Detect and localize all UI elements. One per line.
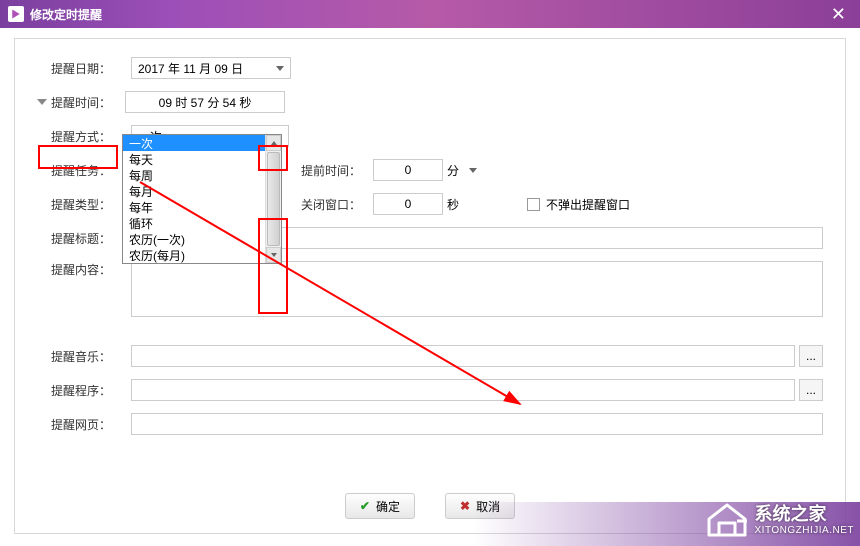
close-value-field[interactable]: 0 (373, 193, 443, 215)
label-type: 提醒类型： (51, 196, 131, 213)
scroll-up-button[interactable] (266, 135, 281, 151)
time-value: 09 时 57 分 54 秒 (159, 94, 252, 111)
scroll-down-button[interactable] (266, 247, 281, 263)
dropdown-option[interactable]: 农历(一次) (123, 231, 281, 247)
web-input[interactable] (131, 413, 823, 435)
label-date: 提醒日期： (51, 60, 131, 77)
x-icon: ✖ (460, 499, 470, 513)
close-unit: 秒 (447, 196, 467, 213)
advance-value: 0 (405, 163, 412, 177)
label-web: 提醒网页： (51, 416, 131, 433)
label-mode: 提醒方式： (51, 128, 131, 145)
content-panel: 提醒日期： 2017 年 11 月 09 日 提醒时间： 09 时 57 分 5… (14, 38, 846, 534)
app-icon (8, 6, 24, 22)
mode-dropdown[interactable]: 一次每天每周每月每年循环农历(一次)农历(每月) (122, 134, 282, 264)
label-program: 提醒程序： (51, 382, 131, 399)
music-input[interactable] (131, 345, 795, 367)
chevron-down-icon[interactable] (272, 60, 288, 76)
nopopup-checkbox[interactable] (527, 198, 540, 211)
music-browse-button[interactable]: ... (799, 345, 823, 367)
dropdown-option[interactable]: 每周 (123, 167, 281, 183)
watermark: 系统之家 XITONGZHIJIA.NET (705, 501, 855, 540)
label-title: 提醒标题： (51, 230, 131, 247)
label-time: 提醒时间： (51, 94, 125, 111)
date-field[interactable]: 2017 年 11 月 09 日 (131, 57, 291, 79)
watermark-cn: 系统之家 (755, 505, 855, 525)
program-input[interactable] (131, 379, 795, 401)
cancel-button[interactable]: ✖ 取消 (445, 493, 515, 519)
dropdown-scrollbar[interactable] (265, 135, 281, 263)
close-icon[interactable]: ✕ (825, 4, 852, 25)
dropdown-option[interactable]: 每天 (123, 151, 281, 167)
content-textarea[interactable] (131, 261, 823, 317)
watermark-logo-icon (705, 501, 749, 540)
collapse-icon[interactable] (37, 99, 47, 105)
label-close: 关闭窗口： (301, 196, 373, 213)
dropdown-option[interactable]: 每年 (123, 199, 281, 215)
watermark-en: XITONGZHIJIA.NET (755, 525, 855, 536)
close-value: 0 (405, 197, 412, 211)
time-field[interactable]: 09 时 57 分 54 秒 (125, 91, 285, 113)
label-content: 提醒内容： (51, 261, 131, 278)
advance-unit: 分 (447, 162, 467, 179)
ok-button[interactable]: ✔ 确定 (345, 493, 415, 519)
label-advance: 提前时间： (301, 162, 373, 179)
label-nopopup: 不弹出提醒窗口 (546, 196, 630, 213)
dropdown-option[interactable]: 循环 (123, 215, 281, 231)
chevron-down-icon[interactable] (469, 168, 477, 173)
check-icon: ✔ (360, 499, 370, 513)
program-browse-button[interactable]: ... (799, 379, 823, 401)
dropdown-option[interactable]: 农历(每月) (123, 247, 281, 263)
advance-value-field[interactable]: 0 (373, 159, 443, 181)
cancel-label: 取消 (476, 498, 500, 515)
date-value: 2017 年 11 月 09 日 (138, 60, 243, 77)
titlebar: 修改定时提醒 ✕ (0, 0, 860, 28)
ok-label: 确定 (376, 498, 400, 515)
dropdown-option[interactable]: 每月 (123, 183, 281, 199)
scroll-thumb[interactable] (267, 152, 280, 246)
dropdown-option[interactable]: 一次 (123, 135, 281, 151)
label-task: 提醒任务： (51, 162, 131, 179)
window-title: 修改定时提醒 (30, 6, 825, 23)
label-music: 提醒音乐： (51, 348, 131, 365)
